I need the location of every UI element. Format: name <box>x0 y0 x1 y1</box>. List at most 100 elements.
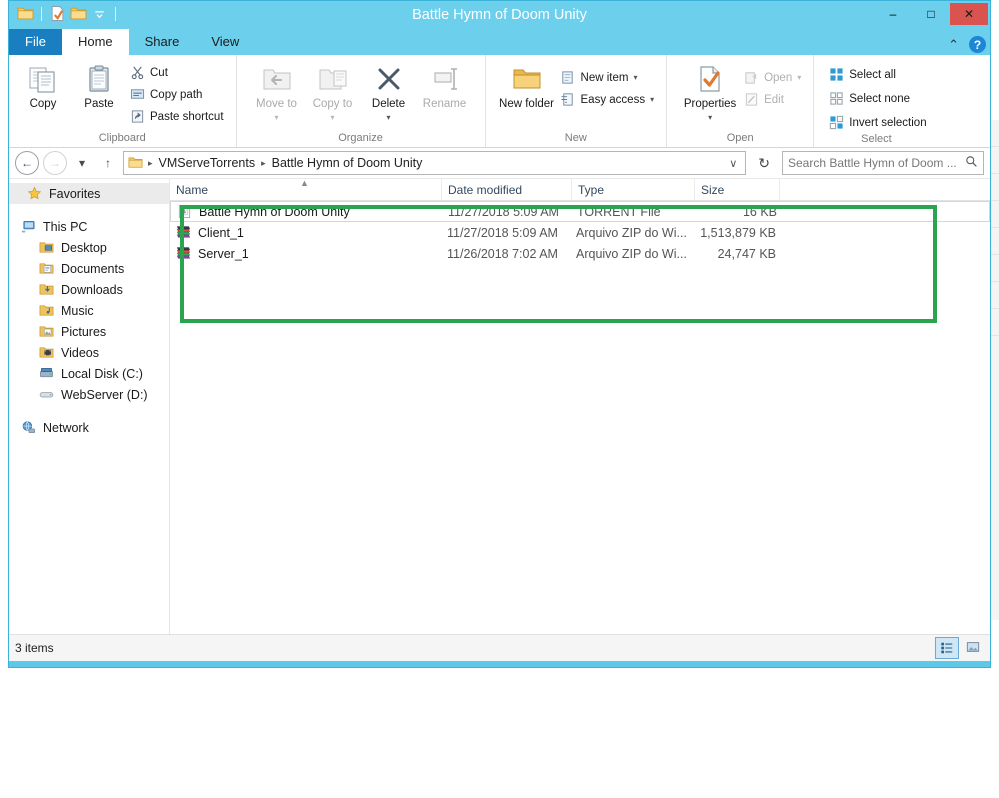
column-header-date-modified[interactable]: Date modified <box>442 179 572 200</box>
sidebar-item-favorites[interactable]: Favorites <box>9 183 169 204</box>
breadcrumb-item-root[interactable]: VMServeTorrents <box>156 156 259 170</box>
item-count-label: 3 items <box>15 641 54 655</box>
breadcrumb-separator-icon[interactable]: ▸ <box>261 158 266 169</box>
copy-path-icon <box>129 87 145 103</box>
sidebar-item-pictures[interactable]: Pictures <box>9 321 169 342</box>
tab-home[interactable]: Home <box>61 29 129 55</box>
copy-to-caret-icon[interactable]: ▾ <box>331 112 335 124</box>
rename-button[interactable]: Rename <box>419 60 471 110</box>
sidebar-item-desktop[interactable]: Desktop <box>9 237 169 258</box>
forward-button[interactable]: → <box>43 151 67 175</box>
close-button[interactable]: ✕ <box>950 3 988 25</box>
help-icon[interactable]: ? <box>969 36 986 53</box>
open-button[interactable]: Open ▾ <box>743 68 805 87</box>
maximize-button[interactable]: □ <box>912 3 950 25</box>
sidebar-item-documents[interactable]: Documents <box>9 258 169 279</box>
breadcrumb-separator-icon[interactable]: ▸ <box>148 158 153 169</box>
column-headers: Name ▲ Date modified Type Size <box>170 178 990 201</box>
explorer-window: Battle Hymn of Doom Unity – □ ✕ File Hom… <box>8 0 991 668</box>
delete-label: Delete <box>371 98 406 110</box>
sidebar-item-webserver-d[interactable]: WebServer (D:) <box>9 384 169 405</box>
sidebar-item-videos[interactable]: Videos <box>9 342 169 363</box>
sidebar-label: Videos <box>61 345 99 360</box>
downloads-folder-icon <box>39 282 55 298</box>
column-header-type[interactable]: Type <box>572 179 695 200</box>
properties-button[interactable]: Properties ▾ <box>681 60 739 124</box>
address-tools: ↻ <box>750 155 778 172</box>
delete-button[interactable]: Delete ▾ <box>363 60 415 124</box>
select-all-label: Select all <box>849 68 896 81</box>
tab-view[interactable]: View <box>195 29 255 55</box>
refresh-icon[interactable]: ↻ <box>758 155 770 172</box>
tab-share[interactable]: Share <box>129 29 196 55</box>
paste-icon <box>83 62 115 96</box>
collapse-ribbon-icon[interactable]: ⌃ <box>948 37 959 53</box>
breadcrumb[interactable]: ▸ VMServeTorrents ▸ Battle Hymn of Doom … <box>123 151 747 175</box>
ribbon-group-new-label: New <box>564 132 587 144</box>
select-small-buttons: Select all Select none Invert selection <box>828 60 930 132</box>
sidebar-label: Pictures <box>61 324 107 339</box>
paste-button[interactable]: Paste <box>73 60 125 110</box>
address-dropdown-icon[interactable]: ∨ <box>729 157 741 170</box>
column-header-name[interactable]: Name ▲ <box>170 178 442 200</box>
move-to-button[interactable]: Move to ▾ <box>251 60 303 124</box>
ribbon-group-new: New folder New item ▾ Easy access ▾ New <box>484 55 667 147</box>
easy-access-caret-icon[interactable]: ▾ <box>650 95 654 104</box>
copy-to-button[interactable]: Copy to ▾ <box>307 60 359 124</box>
navigation-pane: Favorites This PC Desktop Documents Down… <box>9 179 170 634</box>
open-label: Open <box>764 71 793 84</box>
back-button[interactable]: ← <box>15 151 39 175</box>
sidebar-item-this-pc[interactable]: This PC <box>9 216 169 237</box>
new-item-caret-icon[interactable]: ▾ <box>633 73 637 82</box>
new-item-label: New item <box>580 71 629 84</box>
paste-button-label: Paste <box>84 98 114 110</box>
breadcrumb-item-current[interactable]: Battle Hymn of Doom Unity <box>269 156 426 170</box>
copy-button[interactable]: Copy <box>17 60 69 110</box>
properties-caret-icon[interactable]: ▾ <box>708 112 712 124</box>
move-to-caret-icon[interactable]: ▾ <box>275 112 279 124</box>
large-icons-view-button[interactable] <box>962 637 984 657</box>
edit-button[interactable]: Edit <box>743 90 805 109</box>
select-none-label: Select none <box>849 92 910 105</box>
search-input[interactable]: Search Battle Hymn of Doom ... <box>782 151 984 175</box>
music-folder-icon <box>39 303 55 319</box>
ribbon: Copy Paste Cut Copy path Paste shortcut … <box>9 55 990 148</box>
star-icon <box>27 186 43 202</box>
new-folder-button[interactable]: New folder <box>498 60 556 110</box>
breadcrumb-folder-icon[interactable] <box>128 155 145 172</box>
details-view-button[interactable] <box>935 637 959 659</box>
delete-caret-icon[interactable]: ▾ <box>387 112 391 124</box>
sidebar-item-downloads[interactable]: Downloads <box>9 279 169 300</box>
select-all-icon <box>828 67 844 83</box>
sidebar-label: Desktop <box>61 240 107 255</box>
edit-label: Edit <box>764 93 784 106</box>
sidebar-item-local-disk-c[interactable]: Local Disk (C:) <box>9 363 169 384</box>
cut-label: Cut <box>150 66 168 79</box>
copy-path-button[interactable]: Copy path <box>129 85 228 104</box>
pictures-folder-icon <box>39 324 55 340</box>
status-bar: 3 items <box>9 634 990 661</box>
ribbon-group-clipboard: Copy Paste Cut Copy path Paste shortcut … <box>9 55 236 147</box>
new-item-button[interactable]: New item ▾ <box>560 68 659 87</box>
select-all-button[interactable]: Select all <box>828 65 930 84</box>
paste-shortcut-label: Paste shortcut <box>150 110 224 123</box>
new-folder-icon <box>511 62 543 96</box>
cut-button[interactable]: Cut <box>129 63 228 82</box>
minimize-button[interactable]: – <box>874 3 912 25</box>
documents-folder-icon <box>39 261 55 277</box>
recent-locations-button[interactable]: ▾ <box>71 152 93 174</box>
tab-file[interactable]: File <box>9 29 62 55</box>
copy-to-icon <box>317 62 349 96</box>
sidebar-item-network[interactable]: Network <box>9 417 169 438</box>
search-placeholder: Search Battle Hymn of Doom ... <box>788 156 957 170</box>
search-icon[interactable] <box>965 155 978 171</box>
easy-access-button[interactable]: Easy access ▾ <box>560 90 659 109</box>
open-caret-icon[interactable]: ▾ <box>797 73 801 82</box>
invert-selection-button[interactable]: Invert selection <box>828 113 930 132</box>
column-header-size[interactable]: Size <box>695 179 780 200</box>
up-button[interactable]: ↑ <box>97 152 119 174</box>
sidebar-item-music[interactable]: Music <box>9 300 169 321</box>
paste-shortcut-button[interactable]: Paste shortcut <box>129 107 228 126</box>
select-none-button[interactable]: Select none <box>828 89 930 108</box>
